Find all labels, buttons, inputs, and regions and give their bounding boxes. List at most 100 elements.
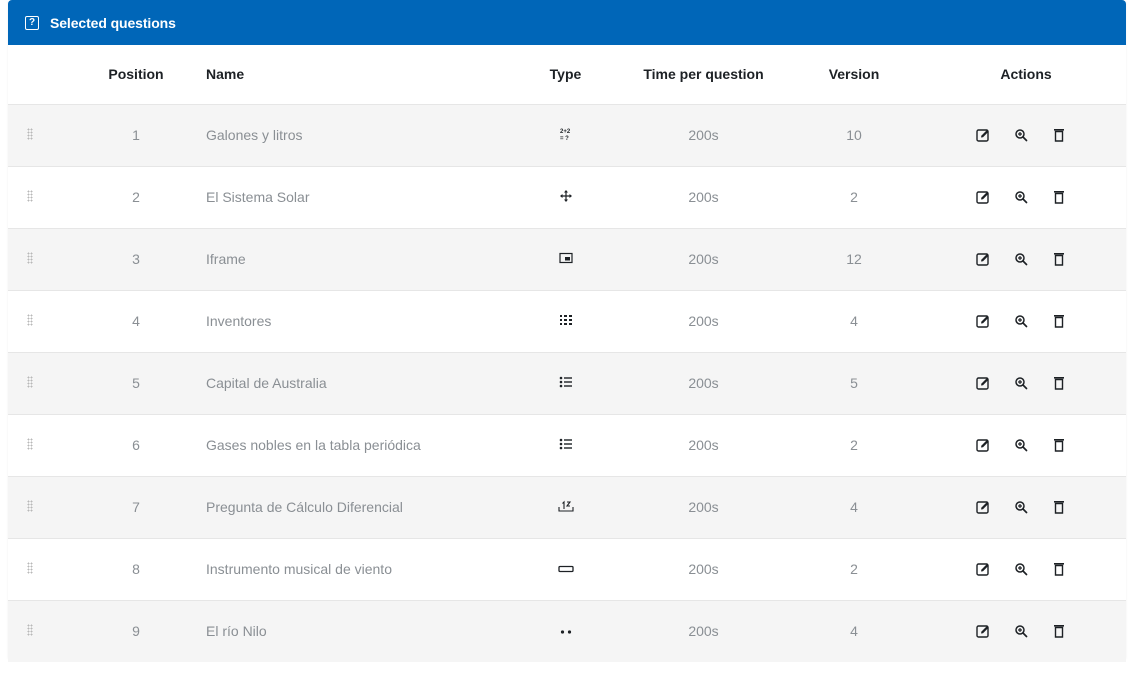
numerical-icon [557,500,574,515]
help-icon[interactable]: ? [25,15,39,30]
preview-icon[interactable] [1013,437,1029,453]
card-header: ? Selected questions [8,0,1126,45]
edit-icon[interactable] [975,623,991,639]
edit-icon[interactable] [975,251,991,267]
preview-icon[interactable] [1013,189,1029,205]
preview-icon[interactable] [1013,499,1029,515]
table-row[interactable]: 3 Iframe 200s 12 [8,228,1126,290]
question-name: Instrumento musical de viento [206,561,392,577]
position-cell: 4 [132,313,140,329]
type-column-header: Type [549,66,582,83]
table-row[interactable]: 7 Pregunta de Cálculo Diferencial 200s 4 [8,476,1126,538]
drag-handle-icon[interactable] [27,252,33,264]
drag-handle-icon[interactable] [27,624,33,637]
question-name: Galones y litros [206,127,303,143]
row-actions [926,499,1126,515]
drag-handle-icon[interactable] [27,128,33,140]
edit-icon[interactable] [975,313,991,329]
drag-handle-icon[interactable] [27,314,33,326]
edit-icon[interactable] [975,499,991,515]
delete-icon[interactable] [1051,623,1067,639]
question-name: Iframe [206,251,246,267]
version-cell: 4 [850,313,858,329]
drag-handle-icon[interactable] [27,500,33,512]
preview-icon[interactable] [1013,623,1029,639]
version-cell: 4 [850,623,858,640]
short-answer-icon [557,564,574,577]
table-row[interactable]: 4 Inventores 200s 4 [8,290,1126,352]
table-row[interactable]: 8 Instrumento musical de viento 200s 2 [8,538,1126,600]
delete-icon[interactable] [1051,251,1067,267]
question-name: Inventores [206,313,272,329]
edit-icon[interactable] [975,127,991,143]
version-cell: 2 [850,189,858,205]
preview-icon[interactable] [1013,127,1029,143]
preview-icon[interactable] [1013,313,1029,329]
preview-icon[interactable] [1013,251,1029,267]
table-row[interactable]: 2 El Sistema Solar 200s 2 [8,166,1126,228]
row-actions [926,127,1126,143]
delete-icon[interactable] [1051,189,1067,205]
position-cell: 5 [132,375,140,391]
question-name: Pregunta de Cálculo Diferencial [206,499,403,515]
row-actions [926,313,1126,329]
time-cell: 200s [688,375,719,391]
version-cell: 2 [850,437,858,453]
question-name: El río Nilo [206,623,267,640]
table-row[interactable]: 1 Galones y litros 2+2 = ? 200s 10 [8,104,1126,166]
row-actions [926,561,1126,577]
delete-icon[interactable] [1051,127,1067,143]
row-actions [926,375,1126,391]
edit-icon[interactable] [975,375,991,391]
version-cell: 4 [850,499,858,515]
version-cell: 10 [846,127,862,143]
delete-icon[interactable] [1051,313,1067,329]
multichoice-icon [559,376,573,391]
multichoice-icon [559,438,573,453]
card-title: Selected questions [50,14,176,31]
name-column-header: Name [206,66,245,83]
position-cell: 7 [132,499,140,515]
position-cell: 3 [132,251,140,267]
selected-questions-card: ? Selected questions Position Name Type … [8,0,1126,662]
time-cell: 200s [688,561,719,577]
position-cell: 2 [132,189,140,205]
drag-handle-icon[interactable] [27,190,33,202]
edit-icon[interactable] [975,561,991,577]
position-cell: 6 [132,437,140,453]
table-row[interactable]: 5 Capital de Australia 200s 5 [8,352,1126,414]
edit-icon[interactable] [975,189,991,205]
question-name: Gases nobles en la tabla periódica [206,437,421,453]
delete-icon[interactable] [1051,437,1067,453]
delete-icon[interactable] [1051,561,1067,577]
edit-icon[interactable] [975,437,991,453]
matching-icon [559,314,573,329]
preview-icon[interactable] [1013,375,1029,391]
question-name: El Sistema Solar [206,189,310,205]
table-header-row: Position Name Type Time per question Ver… [8,45,1126,104]
position-cell: 8 [132,561,140,577]
preview-icon[interactable] [1013,561,1029,577]
delete-icon[interactable] [1051,375,1067,391]
version-cell: 2 [850,561,858,577]
svg-text:2+2: 2+2 [560,129,571,135]
questions-table: Position Name Type Time per question Ver… [8,45,1126,662]
drag-handle-icon[interactable] [27,562,33,574]
table-body: 1 Galones y litros 2+2 = ? 200s 10 2 El Sistema… [8,104,1126,662]
drag-handle-icon[interactable] [27,438,33,450]
time-cell: 200s [688,313,719,329]
table-row[interactable]: 9 El río Nilo 200s 4 [8,600,1126,662]
question-name: Capital de Australia [206,375,327,391]
row-actions [926,437,1126,453]
svg-text:= ?: = ? [560,136,569,141]
drag-handle-icon[interactable] [27,376,33,388]
time-cell: 200s [688,127,719,143]
row-actions [926,189,1126,205]
drag-column-header [8,45,66,104]
version-column-header: Version [828,66,880,83]
calculated-icon: 2+2 = ? [559,127,573,144]
time-cell: 200s [688,189,719,205]
table-row[interactable]: 6 Gases nobles en la tabla periódica 200s 2 [8,414,1126,476]
time-cell: 200s [688,437,719,453]
delete-icon[interactable] [1051,499,1067,515]
